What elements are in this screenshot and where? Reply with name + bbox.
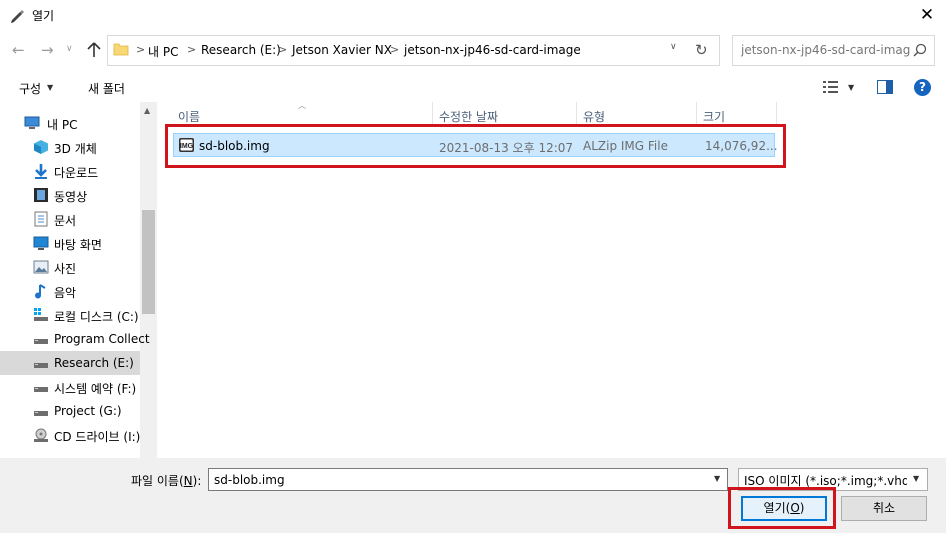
drive-icon <box>34 339 48 344</box>
breadcrumb-separator: > <box>278 43 288 56</box>
open-button-highlight-annotation <box>728 487 836 529</box>
drive-icon <box>34 363 48 368</box>
sidebar-item-local-disk-c[interactable]: 로컬 디스크 (C:) <box>0 303 140 327</box>
document-icon <box>34 211 48 227</box>
pc-icon <box>24 116 40 129</box>
cd-drive-icon <box>34 428 48 442</box>
window-title: 열기 <box>32 9 55 23</box>
sidebar-item-system-reserved-f[interactable]: 시스템 예약 (F:) <box>0 375 140 399</box>
breadcrumb-this-pc[interactable]: 내 PC <box>148 43 178 60</box>
folder-icon <box>113 43 129 56</box>
3d-objects-icon <box>34 140 48 154</box>
sidebar-item-3d-objects[interactable]: 3D 개체 <box>0 135 140 159</box>
refresh-icon[interactable]: ↻ <box>695 41 708 59</box>
filename-label: 파일 이름(N): <box>131 474 202 488</box>
sidebar-item-label: 음악 <box>54 286 77 300</box>
file-highlight-annotation <box>165 124 786 168</box>
sidebar-item-label: 3D 개체 <box>54 142 97 156</box>
breadcrumb-current-folder[interactable]: jetson-nx-jp46-sd-card-image <box>404 43 581 57</box>
drive-icon <box>34 411 48 416</box>
column-header-name[interactable]: 이름 <box>178 108 200 125</box>
organize-caret-icon[interactable]: ▼ <box>47 83 53 92</box>
breadcrumb-separator: > <box>390 43 400 56</box>
search-icon[interactable] <box>913 43 927 57</box>
sidebar-item-research-e[interactable]: Research (E:) <box>0 351 140 375</box>
sort-ascending-icon: ︿ <box>298 101 306 110</box>
forward-button[interactable]: → <box>41 42 54 58</box>
new-folder-button[interactable]: 새 폴더 <box>88 80 125 97</box>
sidebar-item-label: Program Collect <box>54 332 150 346</box>
breadcrumb-separator: > <box>187 43 197 56</box>
column-divider[interactable] <box>432 102 433 126</box>
sidebar-item-label: 다운로드 <box>54 166 99 180</box>
sidebar-item-this-pc[interactable]: 내 PC <box>0 111 140 135</box>
sidebar-item-documents[interactable]: 문서 <box>0 207 140 231</box>
sidebar-item-label: 바탕 화면 <box>54 238 102 252</box>
sidebar-item-program-collect[interactable]: Program Collect <box>0 327 150 351</box>
sidebar-item-pictures[interactable]: 사진 <box>0 255 140 279</box>
navigation-scrollbar-thumb[interactable] <box>142 210 155 314</box>
search-placeholder: jetson-nx-jp46-sd-card-imag... <box>741 43 911 57</box>
breadcrumb-research[interactable]: Research (E:) <box>201 43 281 57</box>
sidebar-item-cd-drive-i[interactable]: CD 드라이브 (I:) <box>0 423 140 447</box>
filename-dropdown-chevron-icon[interactable]: ▼ <box>714 474 720 483</box>
cancel-button[interactable]: 취소 <box>841 496 927 521</box>
column-divider[interactable] <box>776 102 777 126</box>
sidebar-item-videos[interactable]: 동영상 <box>0 183 140 207</box>
desktop-icon <box>33 236 49 250</box>
column-header-date-modified[interactable]: 수정한 날짜 <box>439 108 498 125</box>
sidebar-item-label: 로컬 디스크 (C:) <box>54 310 139 324</box>
column-header-size[interactable]: 크기 <box>703 108 725 125</box>
column-divider[interactable] <box>696 102 697 126</box>
title-bar <box>0 0 946 30</box>
video-icon <box>34 188 48 202</box>
pen-icon <box>11 10 24 23</box>
column-divider[interactable] <box>576 102 577 126</box>
sidebar-item-label: 시스템 예약 (F:) <box>54 382 137 396</box>
breadcrumb-separator: > <box>136 43 146 56</box>
local-disk-icon <box>34 308 48 321</box>
picture-icon <box>33 260 49 274</box>
view-options-icon[interactable] <box>822 79 840 95</box>
sidebar-item-label: 내 PC <box>47 118 78 132</box>
address-dropdown-chevron-icon[interactable]: ∨ <box>670 42 677 52</box>
preview-pane-icon[interactable] <box>877 80 893 94</box>
sidebar-item-label: 동영상 <box>54 190 88 204</box>
up-arrow-icon[interactable] <box>86 41 102 59</box>
column-header-type[interactable]: 유형 <box>583 108 605 125</box>
filter-dropdown-chevron-icon[interactable]: ▼ <box>913 474 919 483</box>
download-icon <box>35 164 47 179</box>
close-button[interactable]: ✕ <box>918 6 936 24</box>
sidebar-item-label: Project (G:) <box>54 404 122 418</box>
sidebar-item-label: Research (E:) <box>54 356 134 370</box>
recent-locations-chevron-icon[interactable]: ∨ <box>66 44 73 54</box>
scroll-up-icon[interactable]: ▲ <box>144 106 150 115</box>
sidebar-item-music[interactable]: 음악 <box>0 279 140 303</box>
drive-icon <box>34 387 48 392</box>
sidebar-item-project-g[interactable]: Project (G:) <box>0 399 140 423</box>
view-caret-icon[interactable]: ▼ <box>848 83 854 92</box>
sidebar-item-label: CD 드라이브 (I:) <box>54 430 141 444</box>
breadcrumb-jetson-xavier-nx[interactable]: Jetson Xavier NX <box>292 43 392 57</box>
sidebar-item-label: 문서 <box>54 214 77 228</box>
music-icon <box>35 284 46 299</box>
help-icon[interactable]: ? <box>914 79 931 96</box>
filename-input[interactable] <box>208 468 728 491</box>
back-button[interactable]: ← <box>12 42 25 58</box>
sidebar-item-downloads[interactable]: 다운로드 <box>0 159 140 183</box>
sidebar-item-label: 사진 <box>54 262 77 276</box>
sidebar-item-desktop[interactable]: 바탕 화면 <box>0 231 140 255</box>
organize-button[interactable]: 구성 <box>19 80 41 97</box>
